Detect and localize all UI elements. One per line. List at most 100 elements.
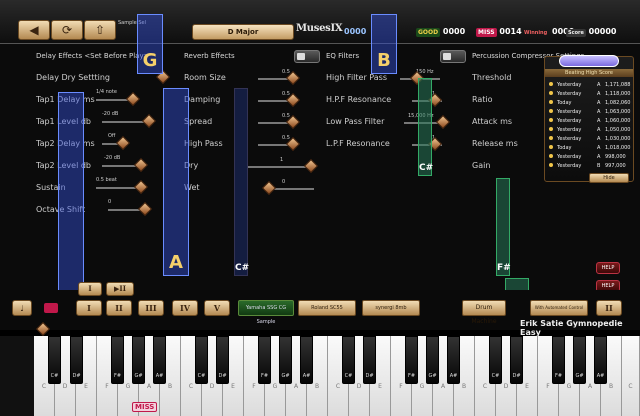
- piano-keyboard: C D E F G A B C D E F G A B C D E F G A …: [0, 336, 640, 416]
- chord-button-2[interactable]: II: [106, 300, 132, 316]
- metronome-button[interactable]: ♩: [12, 300, 32, 316]
- chord-button-3[interactable]: III: [138, 300, 164, 316]
- high-score-row: Yesterday A 1,060,000: [549, 118, 631, 126]
- miss-value: 0014: [499, 27, 522, 36]
- black-key[interactable]: G#: [426, 336, 439, 384]
- play-button[interactable]: I: [78, 282, 102, 296]
- medal-icon: [549, 136, 553, 140]
- delay-value-6: 0: [108, 199, 112, 205]
- black-key[interactable]: C#: [489, 336, 502, 384]
- metronome-icon: ♩: [20, 303, 24, 313]
- black-key[interactable]: A#: [300, 336, 313, 384]
- record-indicator[interactable]: [44, 303, 58, 313]
- high-score-row: Yesterday A 1,171,088: [549, 82, 631, 90]
- restart-button[interactable]: ⟳: [51, 20, 83, 40]
- eq-label-3: L.P.F Resonance: [326, 139, 390, 148]
- song-title: Erik Satie Gymnopedie Easy: [520, 319, 623, 337]
- reverb-label-1: Damping: [184, 95, 221, 104]
- black-key[interactable]: A#: [594, 336, 607, 384]
- hs-score: 997,000: [605, 163, 626, 169]
- black-key[interactable]: F#: [111, 336, 124, 384]
- eq-filters-title: EQ Filters: [326, 52, 360, 60]
- high-score-title: Beating High Score: [545, 69, 633, 77]
- compressor-label-1: Ratio: [472, 95, 493, 104]
- hs-time: Yesterday: [557, 154, 582, 160]
- hide-highscore-button[interactable]: Hide: [589, 173, 629, 183]
- delay-value-3: Off: [108, 133, 116, 139]
- note-lane-csharp-2: C#: [418, 78, 433, 176]
- eq-toggle[interactable]: [440, 50, 466, 63]
- black-key[interactable]: D#: [363, 336, 376, 384]
- pause-button[interactable]: II: [596, 300, 622, 316]
- hs-grade: A: [597, 136, 601, 142]
- delay-value-2: -20 dB: [102, 111, 119, 117]
- reverb-toggle[interactable]: [294, 50, 320, 63]
- black-key[interactable]: D#: [216, 336, 229, 384]
- black-key[interactable]: A#: [447, 336, 460, 384]
- note-lane-a: A: [163, 88, 189, 276]
- hs-time: Yesterday: [557, 109, 582, 115]
- note-lane-g-top: G: [137, 14, 163, 74]
- hs-grade: A: [597, 154, 601, 160]
- black-key[interactable]: G#: [132, 336, 145, 384]
- white-key[interactable]: C: [622, 336, 640, 416]
- brand-logo: MusesIX: [296, 23, 343, 34]
- black-key[interactable]: F#: [552, 336, 565, 384]
- black-key[interactable]: C#: [342, 336, 355, 384]
- help-button-1[interactable]: HELP: [596, 262, 620, 274]
- hs-score: 998,000: [605, 154, 626, 160]
- good-counter: GOOD 0000: [416, 24, 465, 40]
- play-pause-button[interactable]: ▶II: [106, 282, 134, 296]
- back-button[interactable]: ◀: [18, 20, 50, 40]
- black-key[interactable]: D#: [70, 336, 83, 384]
- chord-button-5[interactable]: V: [204, 300, 230, 316]
- compressor-label-3: Release ms: [472, 139, 518, 148]
- black-key[interactable]: F#: [258, 336, 271, 384]
- hs-score: 1,060,000: [605, 118, 631, 124]
- up-button[interactable]: ⇧: [84, 20, 116, 40]
- medal-icon: [549, 109, 553, 113]
- hs-score: 1,030,000: [605, 136, 631, 142]
- hs-grade: A: [597, 145, 601, 151]
- black-key[interactable]: F#: [405, 336, 418, 384]
- delay-label-0: Delay Dry Settting: [36, 73, 110, 82]
- sound-select[interactable]: synergi 8mb: [362, 300, 420, 316]
- black-key[interactable]: D#: [510, 336, 523, 384]
- black-key[interactable]: G#: [279, 336, 292, 384]
- high-score-row: Today A 1,082,060: [549, 100, 631, 108]
- note-lane-fsharp: F#: [496, 178, 511, 276]
- high-score-panel: Beating High Score Yesterday A 1,171,088 Y…: [544, 55, 634, 182]
- preset-select[interactable]: Roland SC55: [298, 300, 356, 316]
- drum-machine-button[interactable]: Drum Machine: [462, 300, 506, 325]
- medal-icon: [549, 154, 553, 158]
- key-display[interactable]: D Major: [192, 24, 294, 40]
- eq-label-2: Low Pass Filter: [326, 117, 385, 126]
- instrument-select[interactable]: Yamaha SSG CG Sample: [238, 300, 294, 325]
- miss-badge: MISS: [132, 402, 158, 412]
- delay-value-4: -20 dB: [104, 155, 121, 161]
- chord-button-1[interactable]: I: [76, 300, 102, 316]
- compressor-label-0: Threshold: [472, 73, 512, 82]
- note-lane-csharp-1: C#: [234, 88, 249, 276]
- high-score-row: Today A 1,018,000: [549, 145, 631, 153]
- black-key[interactable]: A#: [153, 336, 166, 384]
- black-key[interactable]: C#: [195, 336, 208, 384]
- hs-time: Today: [557, 145, 572, 151]
- refresh-icon: ⟳: [61, 23, 73, 37]
- note-lane-g-top-label: G: [142, 50, 158, 71]
- chord-button-4[interactable]: IV: [172, 300, 198, 316]
- medal-icon: [549, 163, 553, 167]
- black-key[interactable]: C#: [48, 336, 61, 384]
- hs-time: Yesterday: [557, 127, 582, 133]
- automated-control-button[interactable]: With Automated Control: [530, 300, 588, 316]
- medal-icon: [549, 91, 553, 95]
- high-score-row: Yesterday B 997,000: [549, 163, 631, 171]
- hs-score: 1,171,088: [605, 82, 631, 88]
- black-key[interactable]: G#: [573, 336, 586, 384]
- hs-time: Yesterday: [557, 118, 582, 124]
- eq-label-1: H.P.F Resonance: [326, 95, 392, 104]
- medal-icon: [549, 145, 553, 149]
- high-score-row: Yesterday A 1,118,000: [549, 91, 631, 99]
- reverb-label-3: High Pass: [184, 139, 223, 148]
- miss-counter: MISS 0014: [476, 24, 522, 40]
